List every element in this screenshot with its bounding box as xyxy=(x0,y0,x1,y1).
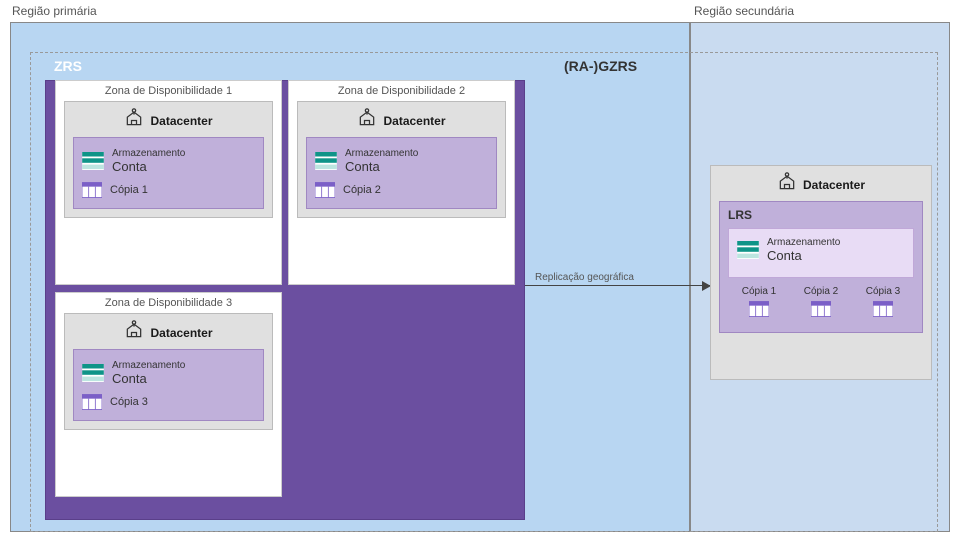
datacenter-icon xyxy=(124,320,144,345)
zone-2-datacenter: Datacenter Armazenamento Conta Cópia 2 xyxy=(297,101,506,218)
zone-3: Zona de Disponibilidade 3 Datacenter Arm… xyxy=(55,292,282,497)
zone-1-copy-label: Cópia 1 xyxy=(110,184,148,196)
zone-2-copy-label: Cópia 2 xyxy=(343,184,381,196)
zone-3-copy-label: Cópia 3 xyxy=(110,396,148,408)
copy-icon xyxy=(82,182,102,198)
zone-1-title: Zona de Disponibilidade 1 xyxy=(56,81,281,101)
storage-line1: Armazenamento xyxy=(345,148,418,159)
lrs-storage: Armazenamento Conta xyxy=(728,228,914,278)
storage-line2: Conta xyxy=(345,159,418,174)
storage-icon xyxy=(737,241,759,259)
zone-2-title: Zona de Disponibilidade 2 xyxy=(289,81,514,101)
lrs-box: LRS Armazenamento Conta Cópia 1 Cópia 2 … xyxy=(719,201,923,333)
zone-1: Zona de Disponibilidade 1 Datacenter Arm… xyxy=(55,80,282,285)
storage-icon xyxy=(315,152,337,170)
copy-icon xyxy=(873,301,893,317)
datacenter-icon xyxy=(124,108,144,133)
storage-line2: Conta xyxy=(112,159,185,174)
secondary-datacenter: Datacenter LRS Armazenamento Conta Cópia… xyxy=(710,165,932,380)
lrs-copy-1-label: Cópia 1 xyxy=(728,286,789,297)
storage-icon xyxy=(82,364,104,382)
storage-line2: Conta xyxy=(767,248,840,263)
storage-line1: Armazenamento xyxy=(112,360,185,371)
zone-1-storage: Armazenamento Conta Cópia 1 xyxy=(73,137,264,209)
lrs-label: LRS xyxy=(728,208,914,222)
zone-1-datacenter: Datacenter Armazenamento Conta Cópia 1 xyxy=(64,101,273,218)
lrs-copy-3: Cópia 3 xyxy=(852,286,913,322)
datacenter-title: Datacenter xyxy=(150,326,212,340)
zrs-label: ZRS xyxy=(54,58,82,74)
zone-2: Zona de Disponibilidade 2 Datacenter Arm… xyxy=(288,80,515,285)
zone-3-storage: Armazenamento Conta Cópia 3 xyxy=(73,349,264,421)
copy-icon xyxy=(315,182,335,198)
lrs-copies: Cópia 1 Cópia 2 Cópia 3 xyxy=(728,286,914,322)
copy-icon xyxy=(82,394,102,410)
datacenter-icon xyxy=(357,108,377,133)
region-secondary-label: Região secundária xyxy=(694,4,794,18)
lrs-copy-1: Cópia 1 xyxy=(728,286,789,322)
storage-line1: Armazenamento xyxy=(112,148,185,159)
copy-icon xyxy=(749,301,769,317)
zone-3-title: Zona de Disponibilidade 3 xyxy=(56,293,281,313)
storage-line1: Armazenamento xyxy=(767,237,840,248)
lrs-copy-2-label: Cópia 2 xyxy=(790,286,851,297)
zone-2-storage: Armazenamento Conta Cópia 2 xyxy=(306,137,497,209)
zone-3-datacenter: Datacenter Armazenamento Conta Cópia 3 xyxy=(64,313,273,430)
datacenter-title: Datacenter xyxy=(150,114,212,128)
copy-icon xyxy=(811,301,831,317)
lrs-copy-3-label: Cópia 3 xyxy=(852,286,913,297)
datacenter-title: Datacenter xyxy=(803,178,865,192)
lrs-copy-2: Cópia 2 xyxy=(790,286,851,322)
arrow-line xyxy=(525,285,710,286)
storage-icon xyxy=(82,152,104,170)
datacenter-icon xyxy=(777,172,797,197)
replication-label: Replicação geográfica xyxy=(525,272,710,283)
replication-arrow: Replicação geográfica xyxy=(525,272,710,286)
datacenter-title: Datacenter xyxy=(383,114,445,128)
region-primary-label: Região primária xyxy=(12,4,97,18)
storage-line2: Conta xyxy=(112,371,185,386)
gzrs-label: (RA-)GZRS xyxy=(564,58,637,74)
